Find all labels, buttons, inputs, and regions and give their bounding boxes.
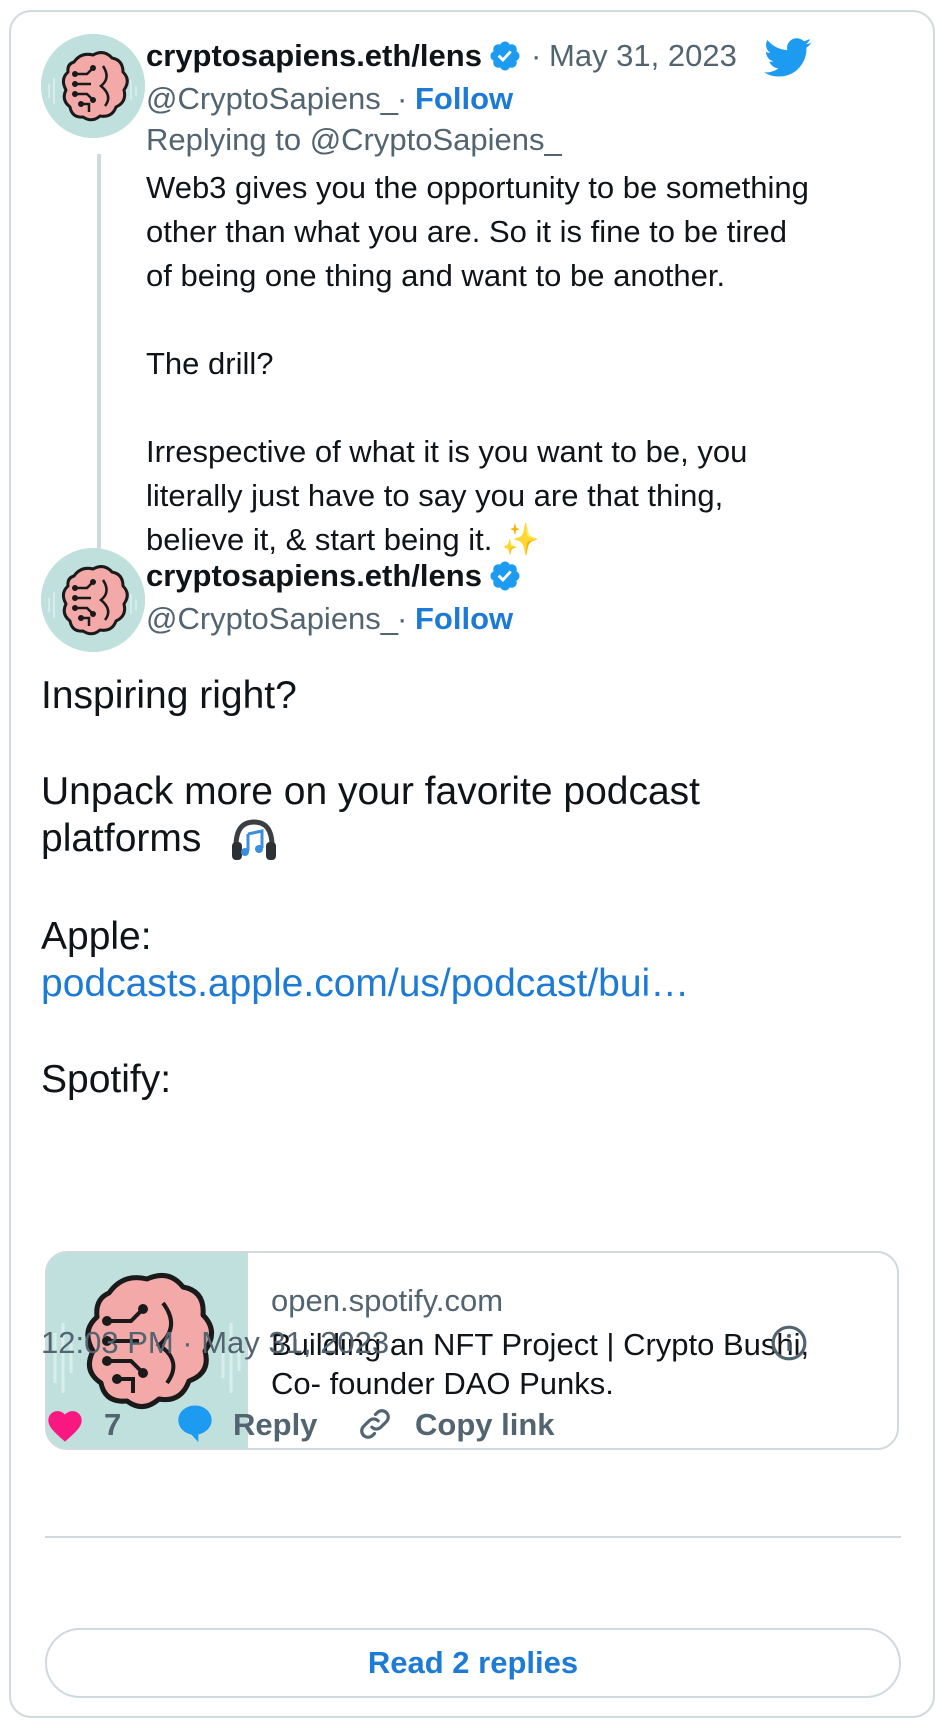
tweet-text-line: Spotify:	[41, 1058, 172, 1101]
reply-bubble-icon[interactable]	[175, 1402, 215, 1449]
user-handle[interactable]: @CryptoSapiens_	[146, 601, 398, 637]
brain-avatar-icon	[41, 548, 145, 652]
tweet-text-line: Inspiring right?	[41, 674, 297, 717]
tweet-date-link[interactable]: May 31, 2023	[549, 38, 737, 74]
thread-connector-line	[97, 154, 101, 600]
tweet-timestamp[interactable]: 12:03 PM · May 31, 2023	[41, 1325, 389, 1361]
separator-dot: ·	[397, 601, 408, 636]
display-name[interactable]: cryptosapiens.eth/lens	[146, 558, 482, 594]
headphones-icon	[228, 812, 280, 869]
follow-button[interactable]: Follow	[415, 601, 513, 637]
reply-button[interactable]: Reply	[233, 1407, 317, 1443]
link-card-domain: open.spotify.com	[271, 1283, 504, 1318]
tweet-text-line: platforms	[41, 817, 202, 860]
separator-dot: ·	[397, 81, 408, 116]
tweet-text-line: Unpack more on your favorite podcast	[41, 770, 701, 813]
avatar[interactable]	[41, 548, 145, 652]
replying-to-label: Replying to @CryptoSapiens_	[146, 122, 562, 157]
brain-avatar-icon	[41, 34, 145, 138]
like-count[interactable]: 7	[104, 1407, 121, 1443]
tweet-text-line: Apple:	[41, 915, 152, 958]
heart-icon[interactable]	[45, 1405, 85, 1448]
copy-link-button[interactable]: Copy link	[415, 1407, 555, 1443]
verified-badge-icon	[488, 559, 522, 598]
verified-badge-icon	[488, 39, 522, 78]
twitter-bird-icon[interactable]	[764, 38, 812, 83]
apple-podcast-link[interactable]: podcasts.apple.com/us/podcast/bui…	[41, 957, 689, 1010]
divider	[45, 1536, 901, 1538]
avatar[interactable]	[41, 34, 145, 138]
link-card-title: Co- founder DAO Punks.	[271, 1366, 614, 1401]
read-replies-button[interactable]: Read 2 replies	[45, 1628, 901, 1698]
user-handle[interactable]: @CryptoSapiens_	[146, 81, 398, 117]
follow-button[interactable]: Follow	[415, 81, 513, 117]
reply-tweet-text: Web3 gives you the opportunity to be som…	[146, 170, 809, 557]
info-icon[interactable]	[770, 1324, 808, 1367]
separator-dot: ·	[531, 38, 542, 73]
display-name[interactable]: cryptosapiens.eth/lens	[146, 38, 482, 74]
link-icon[interactable]	[356, 1405, 394, 1448]
